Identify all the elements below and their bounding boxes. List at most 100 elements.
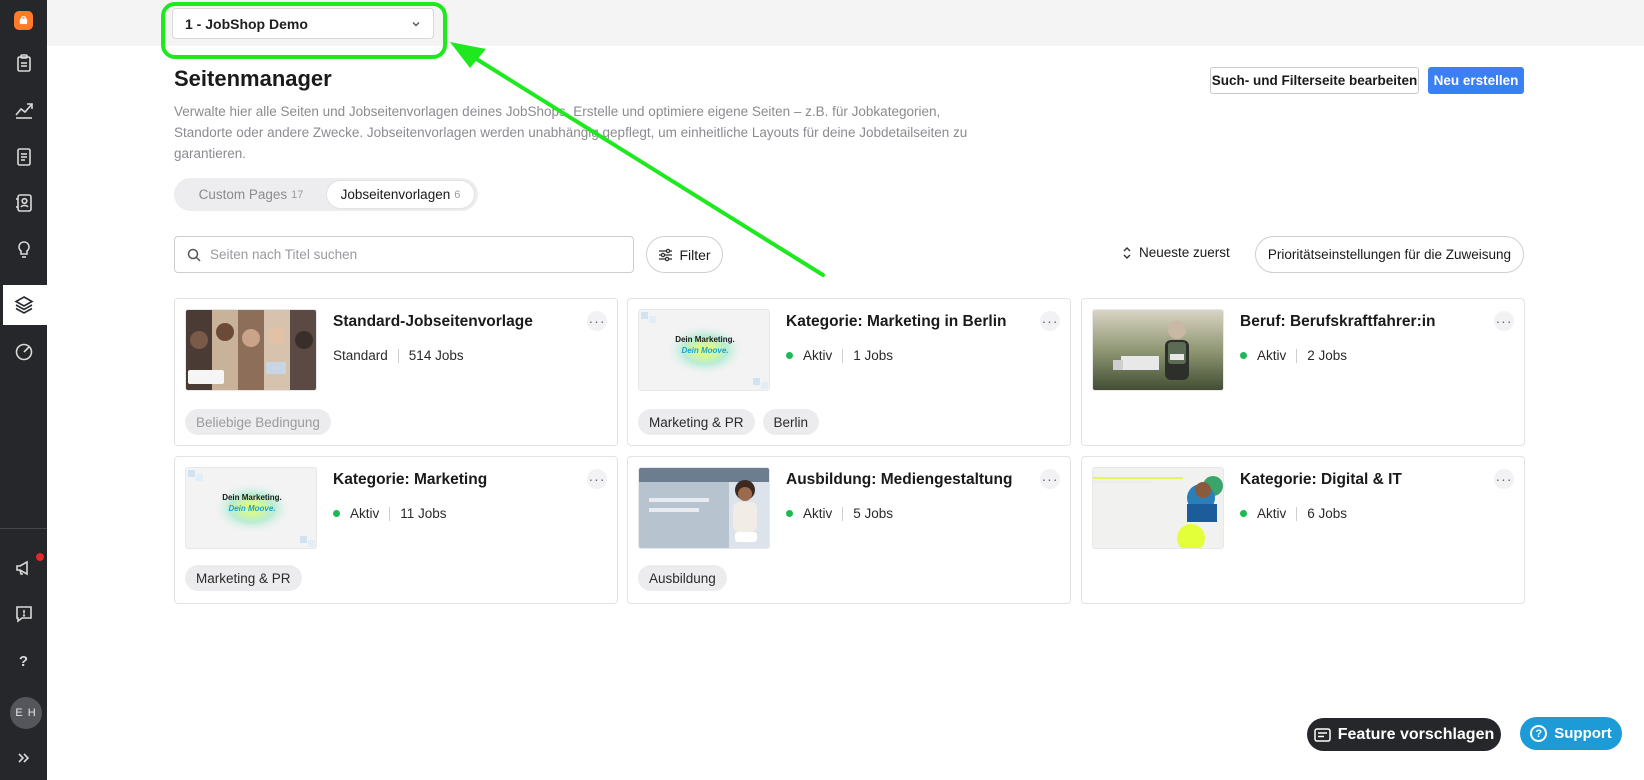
card-tags: Marketing & PR bbox=[185, 565, 302, 591]
create-new-button[interactable]: Neu erstellen bbox=[1428, 67, 1524, 94]
template-thumbnail bbox=[185, 309, 317, 391]
clipboard-icon[interactable] bbox=[0, 43, 47, 83]
card-title: Kategorie: Digital & IT bbox=[1240, 471, 1402, 488]
filter-label: Filter bbox=[679, 246, 711, 263]
tab-count: 6 bbox=[454, 188, 461, 201]
card-tags: Ausbildung bbox=[638, 565, 727, 591]
card-jobs-count: 1 Jobs bbox=[853, 348, 894, 363]
more-options-icon[interactable]: ··· bbox=[1494, 469, 1514, 489]
page-title: Seitenmanager bbox=[174, 66, 332, 91]
page-type-tabs: Custom Pages 17 Jobseitenvorlagen 6 bbox=[174, 178, 478, 211]
support-button[interactable]: ? Support bbox=[1520, 717, 1622, 750]
gauge-icon[interactable] bbox=[0, 332, 47, 372]
card-tags: Beliebige Bedingung bbox=[185, 409, 331, 435]
support-label: Support bbox=[1554, 725, 1612, 742]
template-thumbnail bbox=[638, 467, 770, 549]
search-input[interactable] bbox=[210, 247, 610, 262]
meta-separator bbox=[397, 348, 399, 363]
card-jobs-count: 2 Jobs bbox=[1307, 348, 1348, 363]
card-status: Aktiv bbox=[350, 506, 380, 521]
document-icon[interactable] bbox=[0, 137, 47, 177]
category-tag: Marketing & PR bbox=[638, 409, 755, 435]
sort-label: Neueste zuerst bbox=[1139, 245, 1230, 260]
notification-badge bbox=[35, 552, 45, 562]
user-avatar[interactable]: E H bbox=[10, 697, 42, 729]
jobshop-selector-label: 1 - JobShop Demo bbox=[185, 15, 308, 32]
layers-icon[interactable] bbox=[0, 285, 47, 325]
feedback-icon[interactable] bbox=[0, 594, 47, 634]
card-title: Kategorie: Marketing in Berlin bbox=[786, 313, 1007, 330]
thumb-text-line1: Dein Marketing. bbox=[222, 493, 282, 502]
sort-dropdown[interactable]: Neueste zuerst bbox=[1121, 245, 1230, 260]
priority-settings-button[interactable]: Prioritätseinstellungen für die Zuweisun… bbox=[1255, 236, 1524, 273]
card-status: Standard bbox=[333, 348, 388, 363]
tab-label: Jobseitenvorlagen bbox=[340, 187, 451, 202]
card-meta: Aktiv 1 Jobs bbox=[786, 348, 893, 363]
card-meta: Aktiv 11 Jobs bbox=[333, 506, 447, 521]
card-meta: Aktiv 6 Jobs bbox=[1240, 506, 1347, 521]
tab-label: Custom Pages bbox=[198, 187, 288, 202]
template-card[interactable]: Kategorie: Digital & IT Aktiv 6 Jobs ··· bbox=[1081, 456, 1525, 604]
template-card[interactable]: Ausbildung: Mediengestaltung Aktiv 5 Job… bbox=[627, 456, 1071, 604]
expand-sidebar-icon[interactable] bbox=[0, 738, 47, 778]
active-status-dot bbox=[333, 510, 340, 517]
more-options-icon[interactable]: ··· bbox=[587, 311, 607, 331]
category-tag: Ausbildung bbox=[638, 565, 727, 591]
contacts-icon[interactable] bbox=[0, 183, 47, 223]
card-jobs-count: 6 Jobs bbox=[1307, 506, 1348, 521]
suggest-feature-button[interactable]: Feature vorschlagen bbox=[1307, 718, 1501, 751]
tab-job-templates[interactable]: Jobseitenvorlagen 6 bbox=[327, 181, 474, 208]
sidebar-divider bbox=[0, 528, 47, 529]
more-options-icon[interactable]: ··· bbox=[1494, 311, 1514, 331]
meta-separator bbox=[842, 348, 844, 363]
card-jobs-count: 5 Jobs bbox=[853, 506, 894, 521]
category-tag: Marketing & PR bbox=[185, 565, 302, 591]
card-title: Ausbildung: Mediengestaltung bbox=[786, 471, 1013, 488]
app-logo-icon[interactable] bbox=[14, 11, 33, 30]
question-icon: ? bbox=[1530, 725, 1548, 742]
card-status: Aktiv bbox=[1257, 506, 1287, 521]
template-card[interactable]: Beruf: Berufskraftfahrer:in Aktiv 2 Jobs… bbox=[1081, 298, 1525, 446]
active-status-dot bbox=[786, 510, 793, 517]
template-card[interactable]: Dein Marketing. Dein Moove. Kategorie: M… bbox=[627, 298, 1071, 446]
location-tag: Berlin bbox=[762, 409, 820, 435]
lightbulb-icon[interactable] bbox=[0, 230, 47, 270]
card-title: Beruf: Berufskraftfahrer:in bbox=[1240, 313, 1436, 330]
more-options-icon[interactable]: ··· bbox=[1040, 469, 1060, 489]
jobshop-selector[interactable]: 1 - JobShop Demo bbox=[172, 8, 434, 39]
search-box bbox=[174, 236, 634, 273]
meta-separator bbox=[389, 506, 391, 521]
card-title: Standard-Jobseitenvorlage bbox=[333, 313, 533, 330]
active-status-dot bbox=[1240, 352, 1247, 359]
active-status-dot bbox=[1240, 510, 1247, 517]
meta-separator bbox=[1296, 506, 1298, 521]
chevron-down-icon bbox=[412, 21, 420, 26]
tab-custom-pages[interactable]: Custom Pages 17 bbox=[177, 181, 325, 208]
card-status: Aktiv bbox=[803, 506, 833, 521]
thumb-text-line2: Dein Moove. bbox=[681, 346, 729, 355]
card-title: Kategorie: Marketing bbox=[333, 471, 488, 488]
card-tags: Marketing & PR Berlin bbox=[638, 409, 820, 435]
sort-icon bbox=[1123, 246, 1131, 259]
card-status: Aktiv bbox=[1257, 348, 1287, 363]
meta-separator bbox=[842, 506, 844, 521]
filter-button[interactable]: Filter bbox=[646, 236, 723, 273]
help-icon[interactable]: ? bbox=[0, 641, 47, 681]
template-thumbnail: Dein Marketing. Dein Moove. bbox=[638, 309, 770, 391]
template-thumbnail bbox=[1092, 467, 1224, 549]
edit-search-page-button[interactable]: Such- und Filterseite bearbeiten bbox=[1210, 67, 1419, 94]
card-jobs-count: 11 Jobs bbox=[400, 506, 447, 521]
template-thumbnail: Dein Marketing. Dein Moove. bbox=[185, 467, 317, 549]
more-options-icon[interactable]: ··· bbox=[587, 469, 607, 489]
more-options-icon[interactable]: ··· bbox=[1040, 311, 1060, 331]
analytics-icon[interactable] bbox=[0, 90, 47, 130]
meta-separator bbox=[1296, 348, 1298, 363]
page-description: Verwalte hier alle Seiten und Jobseitenv… bbox=[174, 104, 968, 161]
message-icon bbox=[1314, 727, 1331, 742]
card-meta: Standard 514 Jobs bbox=[333, 348, 464, 363]
template-card[interactable]: Standard-Jobseitenvorlage Standard 514 J… bbox=[174, 298, 618, 446]
thumb-text-line1: Dein Marketing. bbox=[675, 335, 735, 344]
sliders-icon bbox=[659, 248, 673, 262]
template-card[interactable]: Dein Marketing. Dein Moove. Kategorie: M… bbox=[174, 456, 618, 604]
announcement-icon[interactable] bbox=[0, 548, 47, 588]
